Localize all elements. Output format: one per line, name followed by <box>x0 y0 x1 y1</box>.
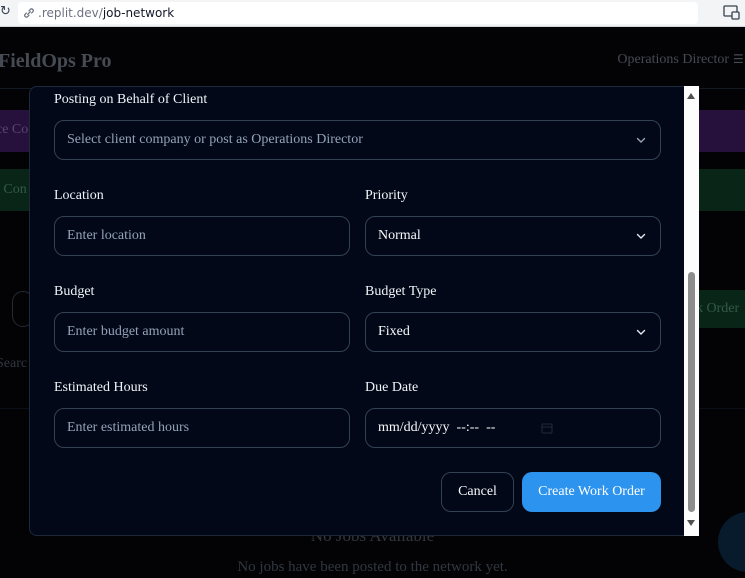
scroll-down-arrow-icon[interactable] <box>686 518 696 528</box>
location-label: Location <box>54 188 104 203</box>
chevron-down-icon <box>636 329 646 335</box>
scroll-up-arrow-icon[interactable] <box>686 91 696 101</box>
client-label: Posting on Behalf of Client <box>54 92 208 107</box>
due-date-label: Due Date <box>365 380 419 395</box>
url-host: .replit.dev/ <box>38 6 103 20</box>
link-icon <box>24 8 34 18</box>
priority-select[interactable]: Normal <box>365 216 661 256</box>
calendar-icon[interactable] <box>541 422 553 434</box>
due-date-input[interactable]: mm/dd/yyyy --:-- -- <box>365 408 661 448</box>
priority-label: Priority <box>365 188 408 203</box>
location-placeholder: Enter location <box>67 228 146 243</box>
cancel-button[interactable]: Cancel <box>441 472 514 512</box>
budget-type-select[interactable]: Fixed <box>365 312 661 352</box>
chevron-down-icon <box>636 233 646 239</box>
cast-icon[interactable] <box>722 4 740 20</box>
client-select-placeholder: Select client company or post as Operati… <box>67 132 363 147</box>
budget-type-label: Budget Type <box>365 284 437 299</box>
budget-type-value: Fixed <box>378 324 410 339</box>
due-date-placeholder: mm/dd/yyyy --:-- -- <box>378 420 496 435</box>
estimated-hours-label: Estimated Hours <box>54 380 148 395</box>
create-work-order-button[interactable]: Create Work Order <box>522 472 661 512</box>
location-input[interactable]: Enter location <box>54 216 350 256</box>
budget-placeholder: Enter budget amount <box>67 324 185 339</box>
browser-toolbar: ↻ .replit.dev/job-network <box>0 0 745 27</box>
reload-icon[interactable]: ↻ <box>0 4 14 20</box>
address-bar[interactable]: .replit.dev/job-network <box>18 2 698 24</box>
estimated-hours-input[interactable]: Enter estimated hours <box>54 408 350 448</box>
create-work-order-modal: Posting on Behalf of Client Select clien… <box>29 86 699 536</box>
url-path: job-network <box>102 6 175 20</box>
priority-value: Normal <box>378 228 421 243</box>
budget-input[interactable]: Enter budget amount <box>54 312 350 352</box>
estimated-hours-placeholder: Enter estimated hours <box>67 420 190 435</box>
chevron-down-icon <box>636 137 646 143</box>
budget-label: Budget <box>54 284 95 299</box>
scrollbar-thumb[interactable] <box>688 272 695 512</box>
client-select[interactable]: Select client company or post as Operati… <box>54 120 661 160</box>
